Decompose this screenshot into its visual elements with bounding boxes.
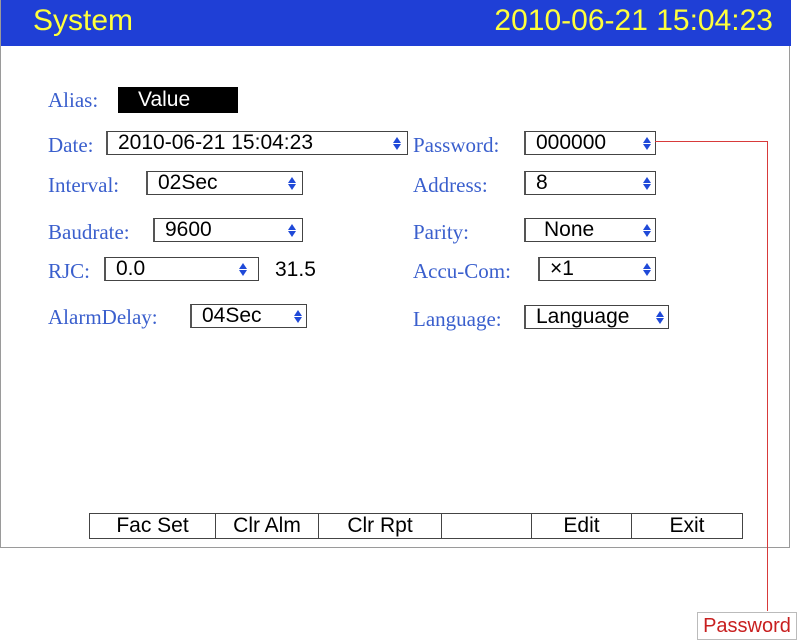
rjc-value: 0.0	[116, 257, 146, 280]
rjc-field[interactable]: 0.0	[104, 257, 259, 281]
date-field[interactable]: 2010-06-21 15:04:23	[106, 131, 408, 155]
interval-spinner-icon[interactable]	[287, 177, 297, 190]
clr-alm-button[interactable]: Clr Alm	[216, 514, 319, 538]
parity-field[interactable]: None	[524, 218, 656, 242]
blank-softkey[interactable]	[442, 514, 532, 538]
callout-line-horizontal	[655, 141, 768, 142]
language-spinner-icon[interactable]	[655, 311, 665, 324]
language-field[interactable]: Language	[524, 305, 669, 329]
address-field[interactable]: 8	[524, 171, 656, 195]
language-label: Language:	[413, 307, 502, 331]
clr-rpt-button[interactable]: Clr Rpt	[319, 514, 442, 538]
accu-com-field[interactable]: ×1	[538, 257, 656, 281]
baudrate-spinner-icon[interactable]	[287, 224, 297, 237]
rjc-label: RJC:	[48, 259, 91, 283]
system-screen: System 2010-06-21 15:04:23 Alias: Value …	[0, 0, 791, 548]
title-bar: System 2010-06-21 15:04:23	[1, 0, 791, 46]
parity-spinner-icon[interactable]	[642, 224, 652, 237]
alias-label: Alias:	[48, 88, 99, 112]
date-value: 2010-06-21 15:04:23	[118, 131, 313, 154]
interval-label: Interval:	[48, 173, 120, 197]
alarm-delay-value: 04Sec	[202, 304, 262, 327]
softkey-bar: Fac Set Clr Alm Clr Rpt Edit Exit	[89, 513, 743, 539]
address-spinner-icon[interactable]	[642, 177, 652, 190]
rjc-spinner-icon[interactable]	[238, 263, 248, 276]
password-callout: Password	[697, 612, 797, 640]
exit-button[interactable]: Exit	[632, 514, 742, 538]
interval-value: 02Sec	[158, 171, 218, 194]
password-value: 000000	[536, 131, 607, 154]
baudrate-value: 9600	[165, 218, 212, 241]
rjc-reading: 31.5	[275, 258, 316, 281]
language-value: Language	[536, 305, 630, 328]
screen-title: System	[33, 4, 134, 37]
alarm-delay-spinner-icon[interactable]	[293, 310, 303, 323]
address-value: 8	[536, 171, 548, 194]
alias-field[interactable]: Value	[118, 87, 238, 113]
parity-label: Parity:	[413, 220, 469, 244]
password-field[interactable]: 000000	[524, 131, 656, 155]
accu-com-value: ×1	[550, 257, 574, 280]
header-datetime: 2010-06-21 15:04:23	[494, 4, 773, 37]
accu-com-label: Accu-Com:	[413, 259, 511, 283]
date-label: Date:	[48, 133, 94, 157]
alarm-delay-field[interactable]: 04Sec	[190, 304, 307, 328]
password-label: Password:	[413, 133, 500, 157]
interval-field[interactable]: 02Sec	[146, 171, 303, 195]
callout-line-vertical	[767, 141, 768, 611]
baudrate-field[interactable]: 9600	[153, 218, 303, 242]
fac-set-button[interactable]: Fac Set	[90, 514, 216, 538]
date-spinner-icon[interactable]	[392, 137, 402, 150]
parity-value: None	[544, 218, 595, 241]
edit-button[interactable]: Edit	[532, 514, 632, 538]
password-spinner-icon[interactable]	[642, 137, 652, 150]
accu-com-spinner-icon[interactable]	[642, 263, 652, 276]
baudrate-label: Baudrate:	[48, 220, 130, 244]
address-label: Address:	[413, 173, 488, 197]
alarm-delay-label: AlarmDelay:	[48, 305, 158, 329]
